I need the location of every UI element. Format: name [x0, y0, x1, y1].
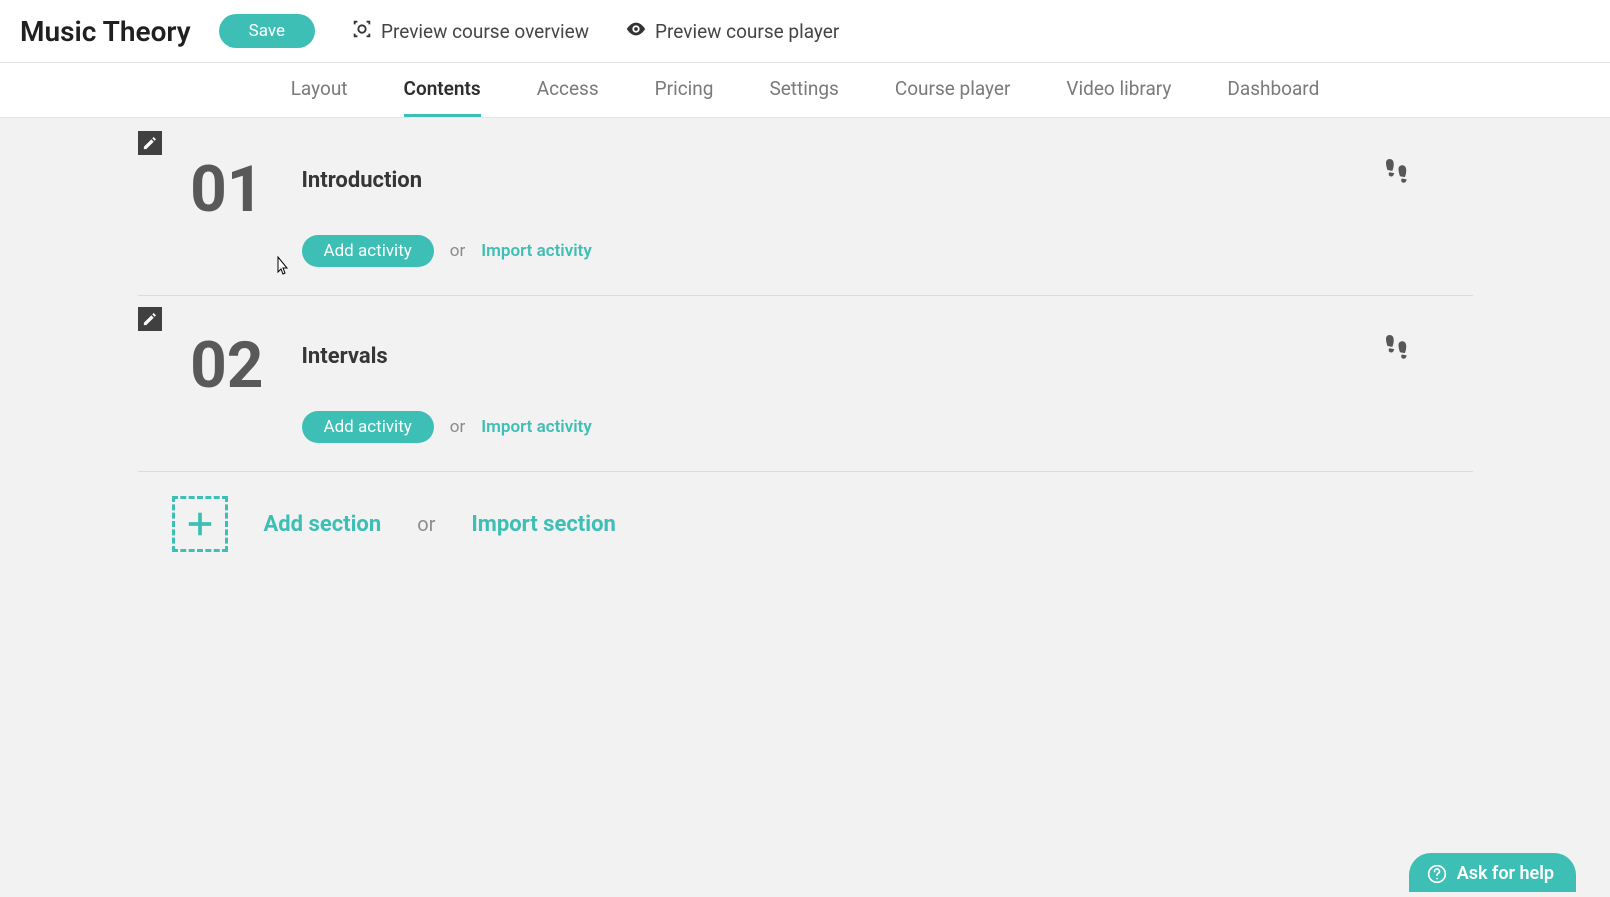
edit-section-button[interactable] — [138, 131, 162, 155]
tab-layout[interactable]: Layout — [291, 63, 348, 117]
tab-course-player[interactable]: Course player — [895, 63, 1011, 117]
tab-settings[interactable]: Settings — [769, 63, 838, 117]
add-section-row: Add section or Import section — [138, 472, 1473, 552]
or-text: or — [417, 512, 435, 536]
tabs-bar: Layout Contents Access Pricing Settings … — [0, 63, 1610, 118]
ask-for-help-button[interactable]: Ask for help — [1409, 853, 1576, 892]
preview-overview-icon — [351, 18, 373, 45]
tab-contents[interactable]: Contents — [404, 63, 481, 117]
content-area: 01 Introduction Add activity or Import a… — [0, 118, 1610, 897]
preview-course-player-link[interactable]: Preview course player — [625, 18, 839, 45]
pencil-icon — [143, 136, 157, 150]
add-activity-button[interactable]: Add activity — [302, 235, 434, 267]
help-icon — [1427, 864, 1447, 884]
import-activity-link[interactable]: Import activity — [481, 241, 592, 261]
steps-icon[interactable] — [1381, 332, 1411, 372]
tab-access[interactable]: Access — [537, 63, 599, 117]
section-title: Intervals — [302, 344, 1473, 369]
steps-icon[interactable] — [1381, 156, 1411, 196]
or-text: or — [450, 241, 465, 261]
tab-pricing[interactable]: Pricing — [655, 63, 714, 117]
import-section-link[interactable]: Import section — [471, 512, 615, 537]
save-button[interactable]: Save — [219, 14, 315, 48]
add-activity-button[interactable]: Add activity — [302, 411, 434, 443]
header-bar: Music Theory Save Preview course overvie… — [0, 0, 1610, 63]
pencil-icon — [143, 312, 157, 326]
section-number: 01 — [138, 158, 264, 222]
course-title: Music Theory — [20, 15, 191, 48]
ask-for-help-label: Ask for help — [1457, 863, 1554, 884]
section-title: Introduction — [302, 168, 1473, 193]
section-02: 02 Intervals Add activity or Import acti… — [138, 296, 1473, 472]
tab-dashboard[interactable]: Dashboard — [1227, 63, 1319, 117]
or-text: or — [450, 417, 465, 437]
preview-overview-label: Preview course overview — [381, 20, 589, 43]
section-number: 02 — [138, 334, 264, 398]
add-section-link[interactable]: Add section — [264, 512, 382, 537]
preview-course-overview-link[interactable]: Preview course overview — [351, 18, 589, 45]
section-01: 01 Introduction Add activity or Import a… — [138, 120, 1473, 296]
plus-icon — [185, 509, 215, 539]
edit-section-button[interactable] — [138, 307, 162, 331]
tab-video-library[interactable]: Video library — [1066, 63, 1171, 117]
preview-player-label: Preview course player — [655, 20, 839, 43]
import-activity-link[interactable]: Import activity — [481, 417, 592, 437]
preview-player-icon — [625, 18, 647, 45]
add-section-plus-button[interactable] — [172, 496, 228, 552]
